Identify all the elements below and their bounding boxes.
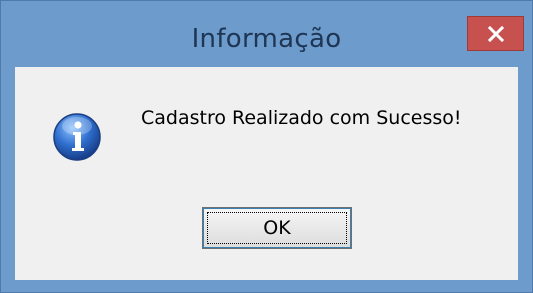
close-button[interactable] — [467, 16, 524, 51]
ok-button[interactable]: OK — [202, 207, 352, 249]
title-bar[interactable]: Informação — [1, 1, 532, 67]
window-title: Informação — [191, 24, 342, 54]
dialog-message: Cadastro Realizado com Sucesso! — [141, 107, 462, 129]
message-dialog-window: Informação Cadastro Realizado com Sucess… — [0, 0, 533, 293]
ok-button-label: OK — [263, 217, 291, 239]
info-icon — [53, 113, 101, 161]
dialog-body: Cadastro Realizado com Sucesso! OK — [15, 67, 518, 280]
close-icon — [487, 26, 505, 42]
